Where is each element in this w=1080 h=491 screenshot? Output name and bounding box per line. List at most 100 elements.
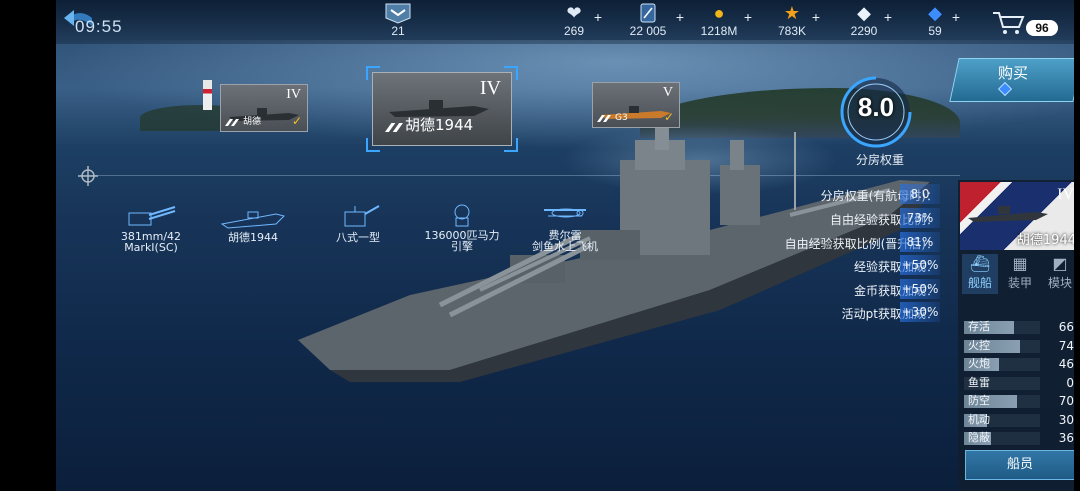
attribute-row: 火炮 46 <box>964 357 1078 371</box>
buy-label: 购买 <box>998 64 1029 82</box>
resource-cards[interactable]: + 22 005 <box>622 2 684 38</box>
ship-name: 胡德1944 <box>405 116 474 134</box>
crosshair-icon[interactable] <box>78 166 98 186</box>
resource-diamonds[interactable]: ◆ + 2290 <box>846 2 892 38</box>
equip-main-gun[interactable]: 381mm/42 MarkI(SC) <box>118 205 184 253</box>
ship-tier: IV <box>479 77 501 99</box>
ship-class-icon <box>385 123 403 132</box>
gem-icon: ◆ + <box>920 2 960 25</box>
attribute-value: 66 <box>1058 320 1074 334</box>
ship-card-right[interactable]: V G3 ✓ <box>592 82 680 128</box>
seaplane-icon <box>544 208 586 218</box>
attribute-row: 防空 70 <box>964 394 1078 408</box>
attribute-label: 火炮 <box>968 357 990 370</box>
check-icon: ✓ <box>291 114 302 128</box>
add-icon[interactable]: + <box>812 6 820 28</box>
ship-silhouette-icon <box>601 106 671 119</box>
add-icon[interactable]: + <box>744 6 752 28</box>
shopping-cart-icon[interactable] <box>990 8 1028 36</box>
crew-button[interactable]: 船员 <box>965 450 1075 480</box>
resource-stamina[interactable]: ❤ + 269 <box>556 2 602 38</box>
equip-hull[interactable]: 胡德1944 <box>218 208 288 243</box>
resource-stars[interactable]: ★ + 783K <box>774 2 820 38</box>
coin-icon: ● + <box>696 2 752 25</box>
bonus-value: +30% <box>900 302 940 322</box>
attribute-row: 机动 30 <box>964 413 1078 427</box>
add-icon[interactable]: + <box>594 6 602 28</box>
bonus-value: 81% <box>900 232 940 252</box>
attribute-value: 46 <box>1058 357 1074 371</box>
attribute-row: 火控 74 <box>964 339 1078 353</box>
equip-engine[interactable]: 136000匹马力 引擎 <box>424 202 500 252</box>
bonus-value: +50% <box>900 255 940 275</box>
attribute-label: 防空 <box>968 394 990 407</box>
check-icon: ✓ <box>663 110 674 124</box>
rank-value: 21 <box>391 24 405 38</box>
bonus-value: 8.0 <box>900 184 940 204</box>
diamond-icon: ◆ + <box>846 2 892 25</box>
lighthouse <box>203 80 212 110</box>
ship-tier: IV <box>1057 186 1074 203</box>
ship-tab-icon: ⛴ <box>969 254 991 273</box>
clock: 09:55 <box>75 17 123 36</box>
cart-badge: 96 <box>1026 20 1058 36</box>
tab-label: 装甲 <box>1007 276 1032 290</box>
add-icon[interactable]: + <box>676 6 684 28</box>
resource-value: 2290 <box>850 24 878 38</box>
tab-ship[interactable]: ⛴ 舰船 <box>962 254 998 294</box>
ship-card-selected[interactable]: IV 胡德1944 <box>366 66 518 152</box>
rank-display[interactable]: 21 <box>380 2 416 38</box>
ship-name: G3 <box>615 113 628 123</box>
attribute-label: 存活 <box>968 320 990 333</box>
attribute-label: 火控 <box>968 338 990 352</box>
bonus-value: 73% <box>900 208 940 228</box>
bonus-value: +50% <box>900 279 940 299</box>
equip-line2: MarkI(SC) <box>124 241 178 254</box>
resource-value: 59 <box>928 24 942 38</box>
ship-tier: IV <box>286 87 301 102</box>
gauge-value: 8.0 <box>857 92 895 122</box>
module-tab-icon: ◩ <box>1052 254 1068 273</box>
equip-line2: 剑鱼水上飞机 <box>532 240 598 253</box>
equip-seaplane[interactable]: 费尔雷 剑鱼水上飞机 <box>528 200 602 252</box>
tab-armor[interactable]: ▦ 装甲 <box>1002 254 1038 294</box>
engine-icon <box>454 204 470 227</box>
attribute-value: 0 <box>1066 375 1074 390</box>
fire-control-icon <box>344 205 380 227</box>
gauge-label: 分房权重 <box>855 153 904 167</box>
attribute-row: 隐蔽 36 <box>964 431 1078 445</box>
equip-line2: 引擎 <box>451 240 473 253</box>
card-icon: + <box>622 2 684 25</box>
attribute-row: 鱼雷 0 <box>964 376 1078 390</box>
ship-card-left[interactable]: IV 胡德 ✓ <box>220 84 308 132</box>
resource-value: 269 <box>563 24 585 38</box>
ship-name: 胡德 <box>243 117 262 127</box>
attribute-label: 隐蔽 <box>968 431 990 444</box>
ship-silhouette-icon <box>968 206 1048 222</box>
ship-class-icon <box>597 115 611 122</box>
heart-icon: ❤ + <box>556 2 602 25</box>
armor-tab-icon: ▦ <box>1012 254 1028 273</box>
game-screen: 09:55 21 ❤ + 269 + 22 005 ● + 1218M ★ + 783… <box>0 0 1080 491</box>
resource-gems[interactable]: ◆ + 59 <box>920 2 960 38</box>
screen-edge <box>1074 0 1080 491</box>
main-gun-icon <box>128 206 176 226</box>
rank-chevron-icon <box>380 2 416 24</box>
ship-tier: V <box>662 85 673 100</box>
attribute-value: 74 <box>1058 338 1074 353</box>
resource-value: 1218M <box>700 24 738 38</box>
attribute-row: 存活 66 <box>964 320 1078 334</box>
attribute-value: 36 <box>1058 431 1074 445</box>
star-icon: ★ + <box>774 2 820 25</box>
equip-fire-control[interactable]: 八式一型 <box>330 204 386 243</box>
attribute-value: 30 <box>1058 412 1074 427</box>
tab-module[interactable]: ◩ 模块 <box>1042 254 1078 294</box>
resource-gold[interactable]: ● + 1218M <box>696 2 752 38</box>
ship-flag-card[interactable]: IV 胡德1944 <box>960 182 1078 250</box>
panel-tabs: ⛴ 舰船 ▦ 装甲 ◩ 模块 <box>962 254 1078 294</box>
selected-card-body: IV 胡德1944 <box>372 72 512 146</box>
add-icon[interactable]: + <box>884 6 892 28</box>
hull-icon <box>220 211 285 229</box>
add-icon[interactable]: + <box>952 6 960 28</box>
resource-value: 783K <box>777 24 807 38</box>
